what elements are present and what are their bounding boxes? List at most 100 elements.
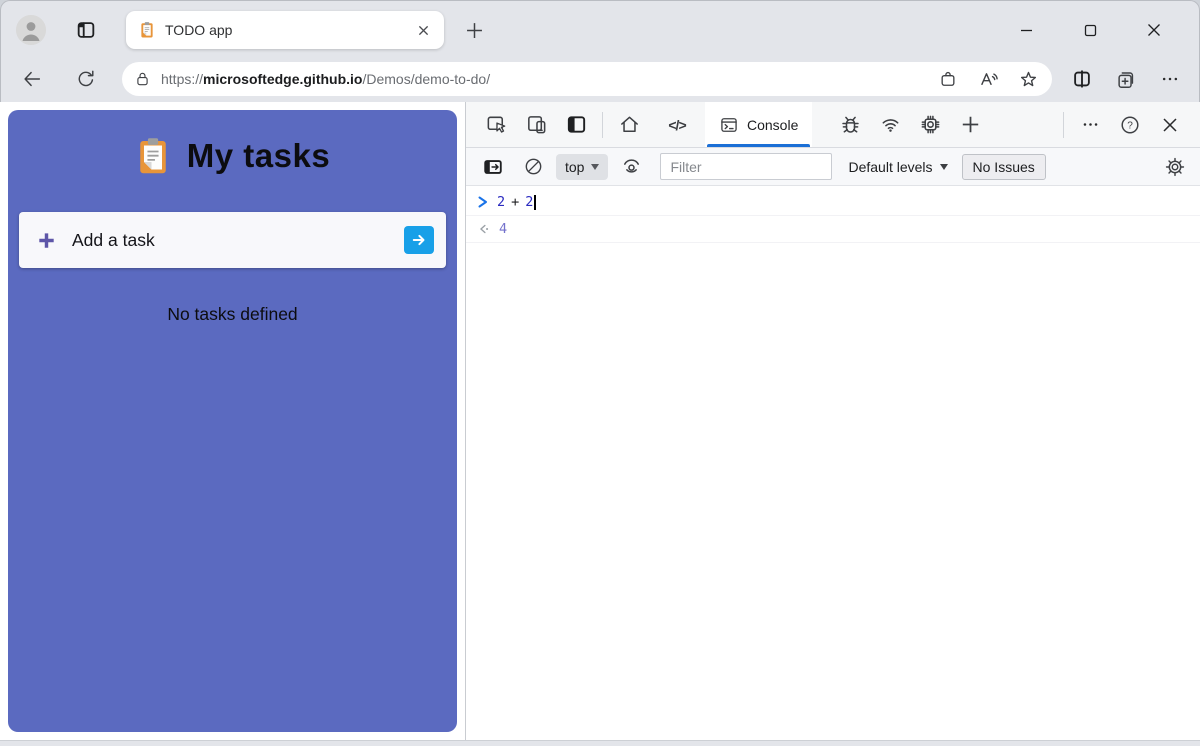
favorites-button[interactable] <box>1012 63 1044 95</box>
add-task-submit-button[interactable] <box>404 226 434 254</box>
address-toolbar: https://microsoftedge.github.io/Demos/de… <box>0 60 1200 102</box>
code-icon: </> <box>668 117 685 133</box>
back-button[interactable] <box>16 63 48 95</box>
console-input-row[interactable]: 2+2 <box>466 189 1200 216</box>
add-plus-icon <box>35 229 58 252</box>
webpage: My tasks Add a task No tasks defined <box>0 102 465 740</box>
minimize-icon <box>1020 24 1033 37</box>
issues-counter-button[interactable]: No Issues <box>962 154 1046 180</box>
collections-icon <box>1115 68 1137 90</box>
console-filter-input[interactable] <box>660 153 832 180</box>
console-sidebar-icon <box>482 156 504 178</box>
lock-icon[interactable] <box>134 70 151 88</box>
more-tabs-button[interactable] <box>950 105 990 145</box>
tab-actions-button[interactable] <box>70 14 102 46</box>
app-header: My tasks <box>135 136 330 176</box>
browser-actions <box>1066 63 1186 95</box>
collections-button[interactable] <box>1110 63 1142 95</box>
chevron-down-icon <box>591 164 599 170</box>
devtools-help-button[interactable]: ? <box>1110 105 1150 145</box>
devtools-console-tab[interactable]: Console <box>705 102 812 147</box>
live-expression-button[interactable] <box>614 152 648 182</box>
wifi-icon <box>879 113 902 136</box>
javascript-context-selector[interactable]: top <box>556 154 608 180</box>
device-emulation-button[interactable] <box>516 105 556 145</box>
divider <box>1063 112 1064 138</box>
person-icon <box>16 15 46 45</box>
devtools-tab-bar: </> Console <box>466 102 1200 148</box>
devtools-elements-tab[interactable]: </> <box>657 105 697 145</box>
console-input-expression: 2+2 <box>497 194 536 210</box>
split-screen-button[interactable] <box>1066 63 1098 95</box>
address-bar[interactable]: https://microsoftedge.github.io/Demos/de… <box>122 62 1052 96</box>
devtools-tab-bar-right: ? <box>1057 105 1200 145</box>
clipboard-favicon <box>138 21 156 39</box>
close-icon <box>418 25 429 36</box>
devtools-welcome-tab[interactable] <box>609 105 649 145</box>
clipboard-icon <box>135 136 171 176</box>
console-output: 2+2 4 <box>466 186 1200 740</box>
text-cursor <box>534 195 536 210</box>
context-label: top <box>565 159 584 175</box>
split-screen-icon <box>1071 68 1093 90</box>
close-devtools-button[interactable] <box>1150 105 1190 145</box>
clear-console-button[interactable] <box>516 152 550 182</box>
briefcase-icon <box>938 69 958 89</box>
add-task-label: Add a task <box>72 230 155 251</box>
more-dots-icon <box>1081 115 1100 134</box>
chevron-down-icon <box>940 164 948 170</box>
new-tab-button[interactable] <box>458 14 490 46</box>
clear-circle-slash-icon <box>523 156 544 177</box>
console-result-arrow-icon <box>477 222 491 236</box>
log-levels-selector[interactable]: Default levels <box>848 159 947 175</box>
close-window-button[interactable] <box>1138 14 1170 46</box>
content-area: My tasks Add a task No tasks defined <box>0 102 1200 740</box>
close-icon <box>1162 117 1178 133</box>
add-task-field[interactable]: Add a task <box>19 212 446 268</box>
device-emulation-icon <box>525 113 548 136</box>
window-bottom-frame <box>0 740 1200 746</box>
minimize-button[interactable] <box>1010 14 1042 46</box>
home-icon <box>618 113 641 136</box>
tab-actions-icon <box>75 19 97 41</box>
console-terminal-icon <box>719 115 739 135</box>
url-host: microsoftedge.github.io <box>203 71 362 87</box>
tab-close-button[interactable] <box>412 19 434 41</box>
console-tab-label: Console <box>747 117 798 133</box>
devtools-menu-button[interactable] <box>1070 105 1110 145</box>
network-conditions-button[interactable] <box>870 105 910 145</box>
console-settings-button[interactable] <box>1158 152 1192 182</box>
url-path: /Demos/demo-to-do/ <box>362 71 490 87</box>
close-icon <box>1147 23 1161 37</box>
read-aloud-button[interactable] <box>972 63 1004 95</box>
performance-button[interactable] <box>910 105 950 145</box>
browser-tab[interactable]: TODO app <box>126 11 444 49</box>
maximize-button[interactable] <box>1074 14 1106 46</box>
browser-menu-button[interactable] <box>1154 63 1186 95</box>
console-sidebar-button[interactable] <box>476 152 510 182</box>
inspect-element-button[interactable] <box>476 105 516 145</box>
todo-app-card: My tasks Add a task No tasks defined <box>8 110 457 732</box>
more-dots-icon <box>1160 69 1180 89</box>
inspect-cursor-icon <box>485 113 508 136</box>
back-arrow-icon <box>21 68 43 90</box>
bug-icon <box>839 113 862 136</box>
dock-panel-icon <box>565 113 588 136</box>
empty-tasks-message: No tasks defined <box>167 304 297 325</box>
plus-icon <box>466 22 483 39</box>
url-scheme: https:// <box>161 71 203 87</box>
tab-title: TODO app <box>165 22 403 38</box>
refresh-icon <box>75 68 97 90</box>
devtools-panel: </> Console <box>465 102 1200 740</box>
console-prompt-icon <box>477 195 489 209</box>
url-text: https://microsoftedge.github.io/Demos/de… <box>161 71 932 87</box>
app-briefcase-button[interactable] <box>932 63 964 95</box>
debugger-button[interactable] <box>830 105 870 145</box>
right-arrow-icon <box>410 231 428 249</box>
dock-side-button[interactable] <box>556 105 596 145</box>
profile-avatar[interactable] <box>16 15 46 45</box>
refresh-button[interactable] <box>70 63 102 95</box>
plus-icon <box>961 115 980 134</box>
browser-window: TODO app <box>0 0 1200 746</box>
read-aloud-icon <box>978 69 999 90</box>
